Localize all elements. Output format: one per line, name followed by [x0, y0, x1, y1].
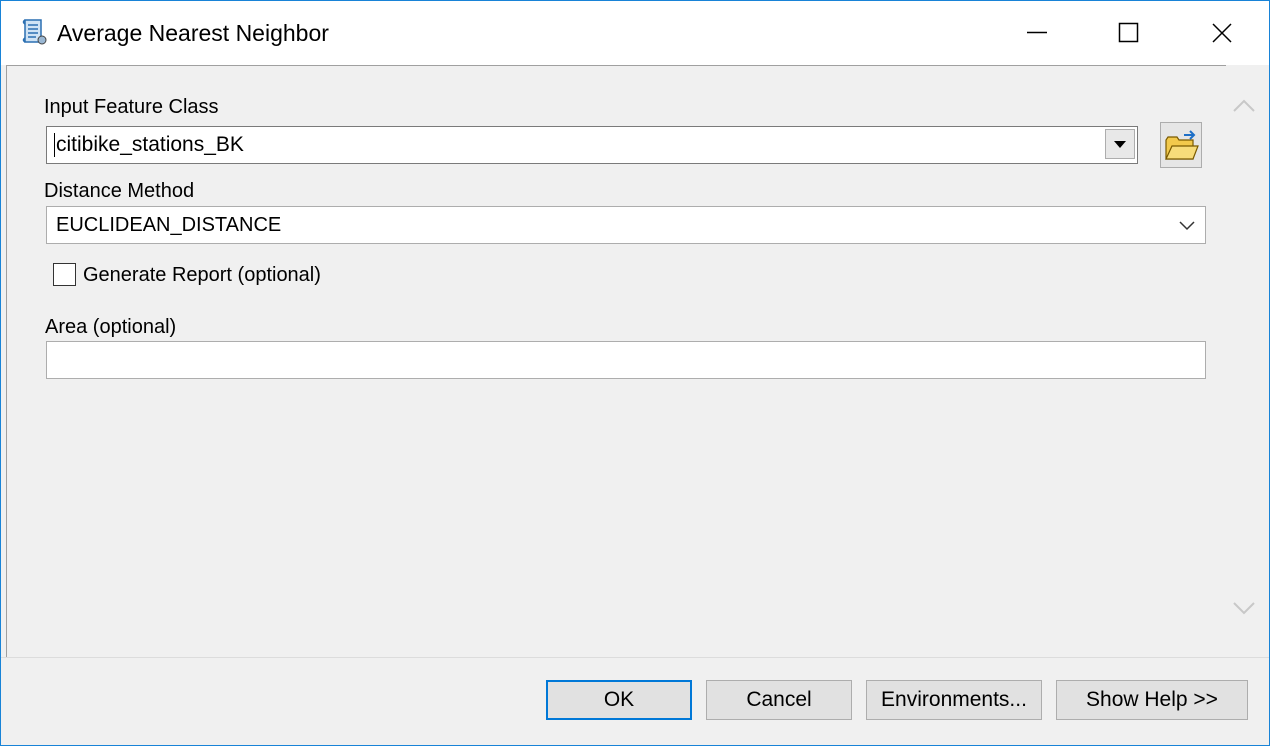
generate-report-checkbox[interactable]: [53, 263, 76, 286]
maximize-button[interactable]: [1083, 1, 1175, 65]
area-label: Area (optional): [45, 316, 177, 338]
generate-report-label[interactable]: Generate Report (optional): [83, 264, 321, 287]
maximize-icon: [1118, 22, 1139, 43]
area-input[interactable]: [46, 341, 1206, 379]
input-feature-class-value: citibike_stations_BK: [56, 133, 244, 156]
parameters-panel: Input Feature Class citibike_stations_BK…: [6, 65, 1227, 658]
open-folder-icon: [1165, 130, 1199, 160]
show-help-button[interactable]: Show Help >>: [1056, 680, 1248, 720]
cancel-button[interactable]: Cancel: [706, 680, 852, 720]
minimize-icon: [1027, 31, 1047, 34]
vertical-scrollbar[interactable]: [1226, 65, 1262, 657]
text-cursor: [54, 133, 55, 157]
close-icon: [1212, 23, 1232, 43]
toolscript-icon: [21, 17, 49, 47]
dropdown-arrow-icon: [1114, 141, 1126, 148]
input-feature-class-combobox[interactable]: citibike_stations_BK: [46, 126, 1138, 164]
scroll-up-arrow-icon[interactable]: [1230, 95, 1258, 119]
chevron-down-icon: [1179, 221, 1195, 231]
input-feature-class-label: Input Feature Class: [44, 96, 219, 118]
input-feature-class-dropdown-button[interactable]: [1105, 129, 1135, 159]
window-title: Average Nearest Neighbor: [57, 20, 329, 46]
environments-button[interactable]: Environments...: [866, 680, 1042, 720]
title-bar[interactable]: Average Nearest Neighbor: [1, 1, 1269, 65]
browse-button[interactable]: [1160, 122, 1202, 168]
distance-method-label: Distance Method: [44, 180, 195, 202]
close-button[interactable]: [1175, 1, 1267, 65]
minimize-button[interactable]: [991, 1, 1083, 65]
ok-button[interactable]: OK: [546, 680, 692, 720]
distance-method-select[interactable]: EUCLIDEAN_DISTANCE: [46, 206, 1206, 244]
scroll-down-arrow-icon[interactable]: [1230, 595, 1258, 619]
distance-method-value: EUCLIDEAN_DISTANCE: [56, 214, 282, 236]
dialog-window: Average Nearest Neighbor Input Feature C…: [0, 0, 1270, 746]
button-bar: OK Cancel Environments... Show Help >>: [1, 657, 1269, 745]
